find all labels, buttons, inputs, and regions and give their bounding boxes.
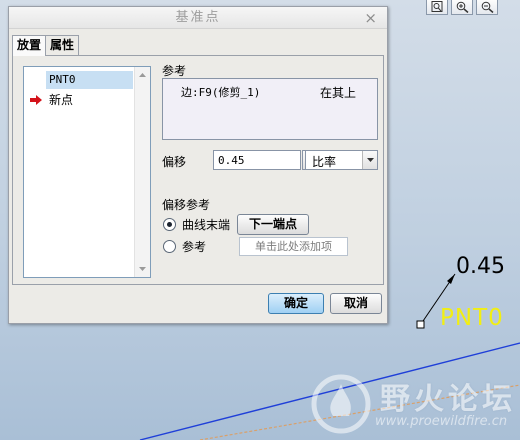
red-arrow-icon — [30, 95, 42, 105]
dialog-titlebar[interactable]: 基准点 × — [9, 7, 387, 29]
scroll-down-icon[interactable] — [135, 261, 150, 277]
list-item-pnt0[interactable]: PNT0 — [24, 71, 134, 89]
refit-zoom-icon[interactable] — [426, 0, 448, 15]
datum-point-label: PNT0 — [440, 305, 504, 331]
reference-label: 参考 — [162, 64, 187, 78]
radio-curve-end-label: 曲线末端 — [182, 217, 231, 232]
offset-label: 偏移 — [162, 155, 187, 169]
offset-mode-select[interactable]: 比率 — [305, 150, 378, 170]
list-item-new-point[interactable]: 新点 — [24, 91, 134, 109]
scroll-up-icon[interactable] — [135, 67, 150, 83]
add-reference-field[interactable]: 单击此处添加项 — [239, 237, 348, 256]
datum-point-marker[interactable] — [416, 320, 425, 329]
dialog-title: 基准点 — [175, 10, 221, 25]
reference-type[interactable]: 在其上 — [320, 84, 356, 101]
placement-panel: PNT0 新点 参考 边:F9(修剪_1) 在其上 偏移 0.45 比率 偏移参… — [12, 55, 384, 285]
offset-leader-arrowhead — [447, 274, 455, 284]
radio-curve-end[interactable]: 曲线末端 — [163, 214, 230, 234]
radio-reference[interactable]: 参考 — [163, 236, 206, 256]
zoom-out-icon[interactable] — [476, 0, 498, 15]
list-scrollbar[interactable] — [134, 67, 150, 277]
ok-button[interactable]: 确定 — [268, 293, 324, 314]
reference-edge: 边:F9(修剪_1) — [181, 86, 261, 99]
offset-dimension-label[interactable]: 0.45 — [456, 254, 505, 279]
offset-mode-dropdown-icon[interactable] — [362, 151, 377, 169]
tab-properties[interactable]: 属性 — [45, 35, 80, 55]
view-toolbar — [426, 0, 498, 15]
tab-placement[interactable]: 放置 — [12, 35, 47, 56]
list-item-label: 新点 — [49, 93, 74, 107]
radio-curve-end-button[interactable] — [163, 217, 176, 231]
offset-value-input[interactable] — [214, 151, 300, 169]
radio-reference-label: 参考 — [182, 239, 207, 254]
tab-bar: 放置 属性 — [12, 35, 80, 56]
reference-collector[interactable]: 边:F9(修剪_1) 在其上 — [162, 78, 378, 140]
watermark-url: www.proewildfire.cn — [375, 414, 508, 429]
datum-point-dialog: 基准点 × 放置 属性 PNT0 新点 参考 边:F9(修剪_1) 在其上 偏移… — [8, 6, 388, 324]
offset-mode-value: 比率 — [312, 155, 337, 169]
next-endpoint-button[interactable]: 下一端点 — [237, 214, 309, 235]
offset-value-field[interactable] — [213, 150, 317, 170]
forum-watermark: 野火论坛 www.proewildfire.cn — [305, 370, 520, 440]
point-list[interactable]: PNT0 新点 — [23, 66, 151, 278]
list-item-label: PNT0 — [46, 71, 133, 89]
flame-logo-icon — [311, 374, 371, 434]
offset-reference-label: 偏移参考 — [162, 198, 211, 212]
cancel-button[interactable]: 取消 — [330, 293, 382, 314]
radio-reference-button[interactable] — [163, 239, 176, 253]
zoom-in-icon[interactable] — [451, 0, 473, 15]
close-icon[interactable]: × — [364, 7, 379, 29]
watermark-title: 野火论坛 — [380, 382, 516, 417]
